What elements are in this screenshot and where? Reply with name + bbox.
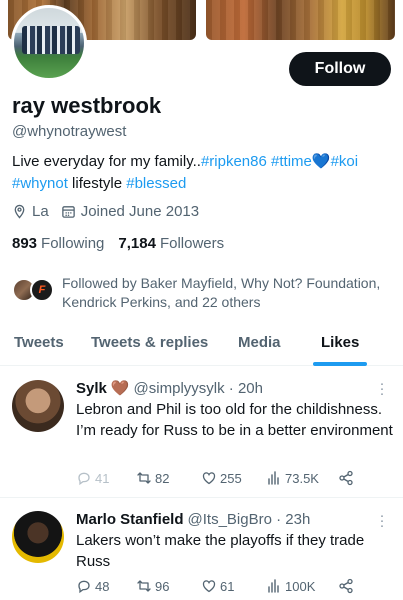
like-count: 255 xyxy=(220,470,242,486)
followed-by-text: Followed by Baker Mayfield, Why Not? Fou… xyxy=(62,275,381,310)
retweet-button[interactable]: 96 xyxy=(136,578,201,594)
following-count-link[interactable]: 893 Following xyxy=(12,235,104,252)
following-count: 893 xyxy=(12,235,38,252)
share-button[interactable] xyxy=(338,578,357,594)
views-count: 100K xyxy=(285,578,316,594)
tab-likes[interactable]: Likes xyxy=(321,334,359,351)
retweet-icon xyxy=(137,580,151,592)
retweet-icon xyxy=(137,472,151,484)
tweet-text: Lakers won’t make the playoffs if they t… xyxy=(76,532,365,570)
tweet-time[interactable]: · 23h xyxy=(276,511,310,528)
tweet-card[interactable]: Marlo Stanfield @Its_BigBro · 23h · · · La… xyxy=(0,499,403,600)
tweet-author-avatar[interactable] xyxy=(12,380,64,432)
brown-heart-emoji: 🤎 xyxy=(110,380,130,397)
tweet-text: Lebron and Phil is too old for the child… xyxy=(76,401,393,439)
tweet-header: Sylk 🤎 @simplyysylk · 20h xyxy=(76,379,263,398)
tweet-actions: 48 96 61 100K xyxy=(76,578,357,594)
reply-count: 41 xyxy=(95,470,110,486)
tweet-author-handle[interactable]: @Its_BigBro xyxy=(188,511,272,528)
analytics-icon xyxy=(268,471,279,485)
tweet-author-avatar[interactable] xyxy=(12,511,64,563)
tweet-author-name[interactable]: Marlo Stanfield xyxy=(76,511,184,528)
hashtag-link[interactable]: #whynot xyxy=(12,175,68,192)
tab-tweets-replies[interactable]: Tweets & replies xyxy=(91,334,208,351)
tab-media[interactable]: Media xyxy=(238,334,281,351)
profile-name: ray westbrook xyxy=(12,93,162,118)
follow-button[interactable]: Follow xyxy=(289,52,391,86)
heart-icon xyxy=(202,472,216,485)
tweet-card[interactable]: Sylk 🤎 @simplyysylk · 20h · · · Lebron and… xyxy=(0,367,403,498)
profile-handle: @whynotraywest xyxy=(12,123,127,140)
following-label: Following xyxy=(41,235,105,252)
tweet-author-handle[interactable]: @simplyysylk xyxy=(134,380,225,397)
calendar-icon xyxy=(61,206,75,218)
tweet-author-name[interactable]: Sylk xyxy=(76,380,107,397)
tab-tweets[interactable]: Tweets xyxy=(14,334,64,351)
hashtag-link[interactable]: #koi xyxy=(331,153,359,170)
like-button[interactable]: 255 xyxy=(201,470,266,486)
location-pin-icon xyxy=(14,204,25,219)
retweet-button[interactable]: 82 xyxy=(136,470,201,486)
share-button[interactable] xyxy=(338,470,357,486)
retweet-count: 82 xyxy=(155,470,170,486)
tweet-actions: 41 82 255 73.5K xyxy=(76,470,357,486)
banner-photo-right xyxy=(206,0,395,40)
profile-tabs: Tweets Tweets & replies Media Likes xyxy=(0,326,403,366)
profile-joined-date: Joined June 2013 xyxy=(80,203,200,220)
profile-bio: Live everyday for my family..#ripken86 #… xyxy=(12,151,392,195)
blue-heart-emoji: 💙 xyxy=(311,153,331,170)
active-tab-indicator xyxy=(313,362,367,366)
profile-location: La xyxy=(32,203,49,220)
foundation-logo-avatar: F xyxy=(30,278,54,302)
reply-icon xyxy=(78,580,90,594)
tweet-time[interactable]: · 20h xyxy=(229,380,263,397)
tweet-header: Marlo Stanfield @Its_BigBro · 23h xyxy=(76,511,310,528)
follow-counts: 893 Following 7,184 Followers xyxy=(12,235,238,252)
followed-by-section[interactable]: F Followed by Baker Mayfield, Why Not? F… xyxy=(12,274,382,312)
reply-icon xyxy=(78,472,90,486)
followed-by-avatars: F xyxy=(12,278,58,302)
bio-text: Live everyday for my family.. xyxy=(12,153,201,170)
reply-count: 48 xyxy=(95,578,110,594)
views-button[interactable]: 100K xyxy=(266,578,338,594)
heart-icon xyxy=(202,580,216,593)
followers-label: Followers xyxy=(159,235,225,252)
hashtag-link[interactable]: #ttime xyxy=(271,153,312,170)
like-button[interactable]: 61 xyxy=(201,578,266,594)
share-icon xyxy=(339,578,353,594)
more-options-icon[interactable]: · · · xyxy=(379,376,385,401)
like-count: 61 xyxy=(220,578,235,594)
reply-button[interactable]: 41 xyxy=(76,470,136,486)
profile-meta: La Joined June 2013 xyxy=(12,203,211,220)
followers-count: 7,184 xyxy=(118,235,156,252)
bio-text: lifestyle xyxy=(72,175,123,192)
views-count: 73.5K xyxy=(285,470,319,486)
retweet-count: 96 xyxy=(155,578,170,594)
hashtag-link[interactable]: #ripken86 xyxy=(201,153,267,170)
more-options-icon[interactable]: · · · xyxy=(379,508,385,533)
profile-avatar[interactable] xyxy=(11,5,87,81)
views-button[interactable]: 73.5K xyxy=(266,470,338,486)
share-icon xyxy=(339,470,353,486)
reply-button[interactable]: 48 xyxy=(76,578,136,594)
followers-count-link[interactable]: 7,184 Followers xyxy=(118,235,224,252)
analytics-icon xyxy=(268,579,279,593)
hashtag-link[interactable]: #blessed xyxy=(126,175,186,192)
